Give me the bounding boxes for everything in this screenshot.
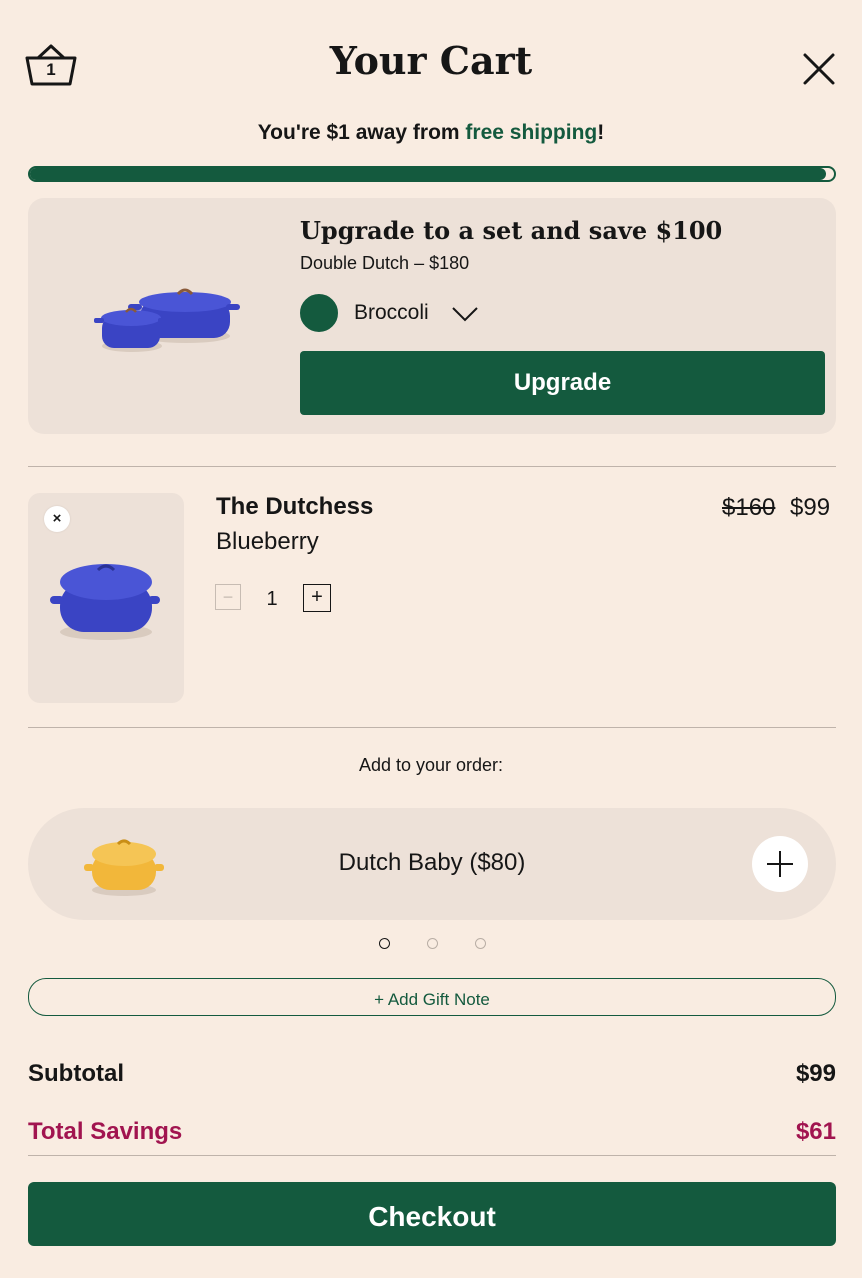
- quantity-decrease-button[interactable]: −: [215, 584, 241, 610]
- add-gift-note-button[interactable]: + Add Gift Note: [28, 978, 836, 1016]
- double-dutch-product-image: [92, 272, 242, 362]
- upsell-product-label: Dutch Baby ($80): [338, 849, 526, 876]
- upgrade-title: Upgrade to a set and save $100: [300, 216, 723, 245]
- total-savings-label: Total Savings: [28, 1118, 183, 1145]
- shipping-highlight: free shipping: [465, 121, 598, 144]
- carousel-dot-3[interactable]: [475, 938, 486, 949]
- divider: [28, 466, 836, 467]
- page-title: Your Cart: [329, 38, 533, 83]
- color-swatch-broccoli[interactable]: [300, 294, 338, 332]
- upgrade-button[interactable]: Upgrade: [300, 351, 825, 415]
- line-item-name: The Dutchess: [216, 493, 374, 520]
- carousel-dots: [0, 938, 862, 952]
- upgrade-subtitle: Double Dutch – $180: [300, 253, 470, 273]
- upsell-product-card: Dutch Baby ($80): [28, 808, 836, 920]
- plus-icon: [767, 851, 793, 877]
- carousel-dot-1[interactable]: [379, 938, 390, 949]
- color-select-label[interactable]: Broccoli: [354, 301, 429, 325]
- subtotal-label: Subtotal: [28, 1060, 124, 1087]
- shipping-progress-bar: [28, 166, 836, 182]
- add-upsell-button[interactable]: [752, 836, 808, 892]
- carousel-dot-2[interactable]: [427, 938, 438, 949]
- sale-price: $99: [790, 494, 831, 521]
- quantity-value: 1: [266, 588, 278, 610]
- total-savings-value: $61: [795, 1118, 836, 1145]
- checkout-button[interactable]: Checkout: [28, 1182, 836, 1246]
- original-price: $160: [722, 494, 776, 521]
- line-item-variant: Blueberry: [216, 528, 319, 555]
- chevron-down-icon[interactable]: [452, 306, 478, 322]
- close-cart-button[interactable]: [800, 50, 838, 88]
- close-icon: [803, 53, 835, 85]
- free-shipping-message: You're $1 away from free shipping!: [0, 121, 862, 145]
- subtotal-value: $99: [795, 1060, 836, 1087]
- remove-item-button[interactable]: ×: [44, 506, 70, 532]
- add-to-order-heading: Add to your order:: [358, 755, 504, 775]
- upgrade-offer-card: Upgrade to a set and save $100 Double Du…: [28, 198, 836, 434]
- dutchess-product-image: [50, 552, 160, 644]
- shipping-suffix: !: [597, 121, 605, 144]
- shipping-prefix: You're $1 away from: [257, 121, 466, 144]
- divider: [28, 727, 836, 728]
- quantity-increase-button[interactable]: +: [303, 584, 331, 612]
- divider: [28, 1155, 836, 1156]
- shipping-progress-fill: [30, 168, 826, 180]
